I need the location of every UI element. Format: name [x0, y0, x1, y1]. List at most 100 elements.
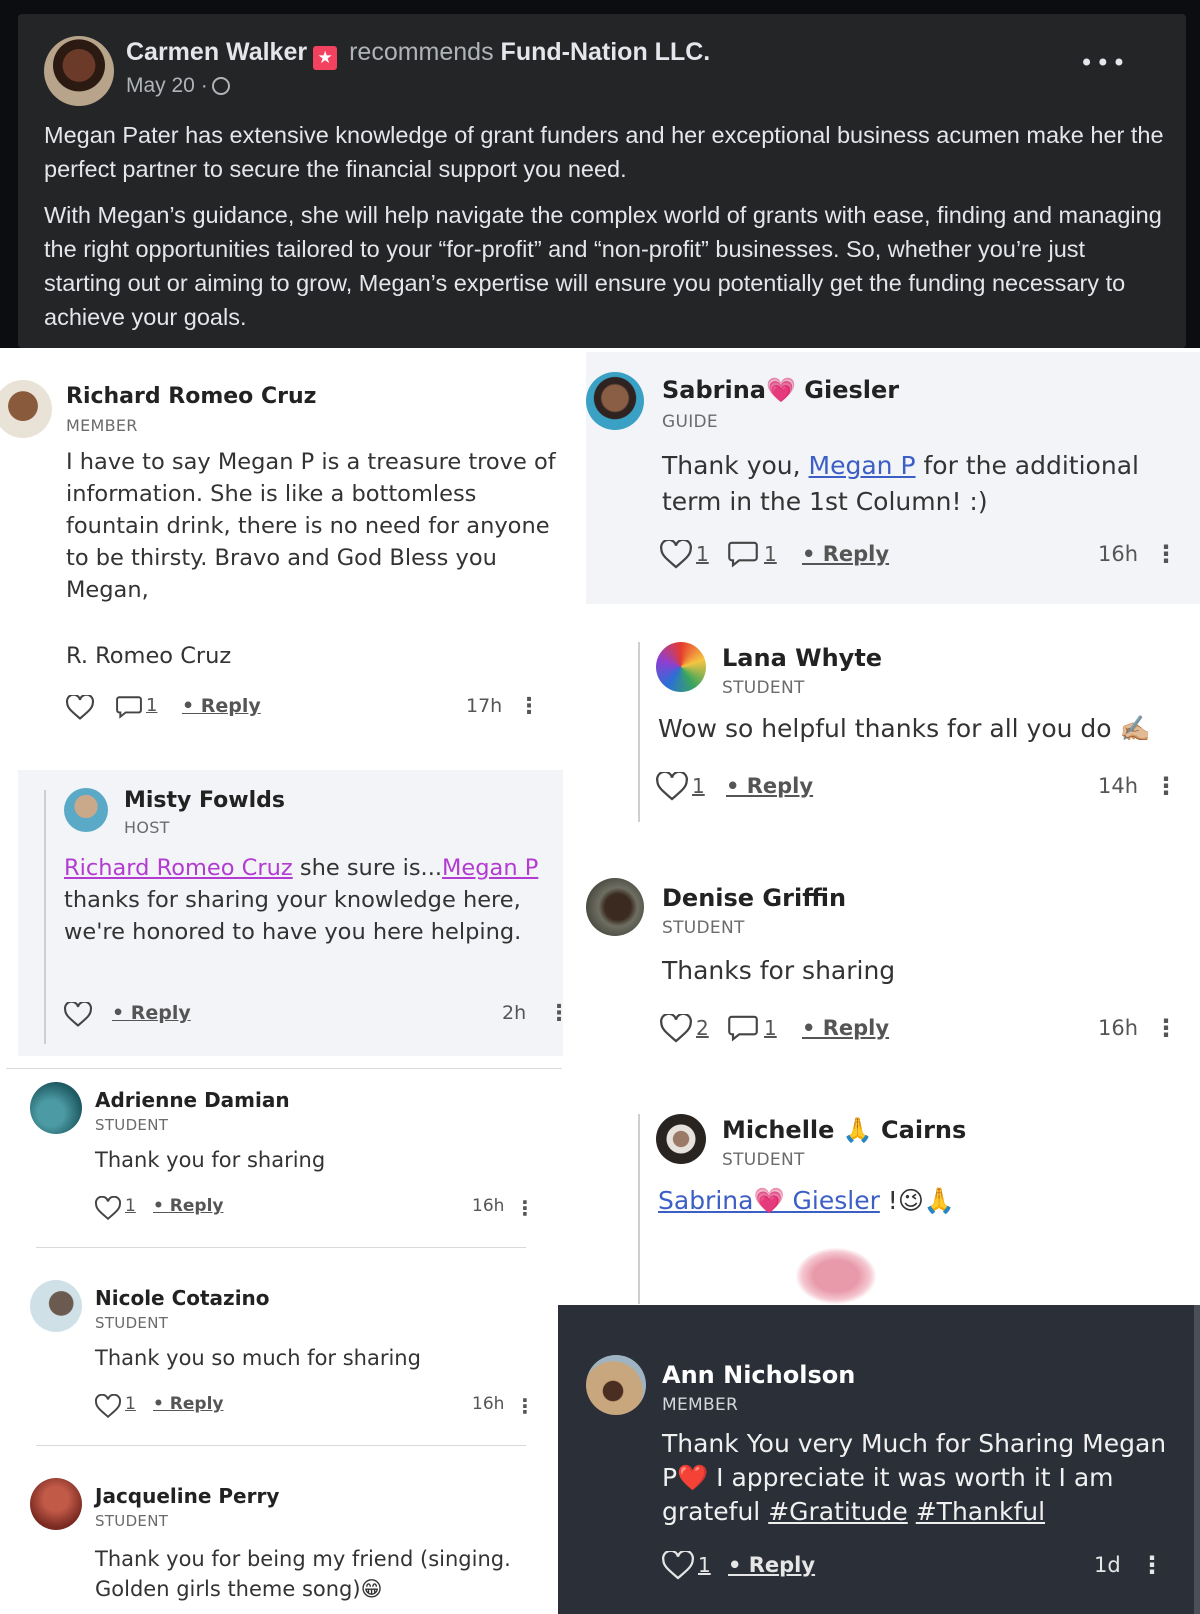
reply-button[interactable]: • Reply [802, 1016, 889, 1040]
heart-icon[interactable] [656, 772, 688, 802]
post-body: Megan Pater has extensive knowledge of g… [44, 118, 1164, 334]
avatar[interactable] [30, 1478, 82, 1530]
avatar[interactable] [586, 878, 644, 936]
hashtag-link[interactable]: #Thankful [916, 1497, 1045, 1526]
recommends-text: recommends [349, 38, 494, 66]
reply-count[interactable]: 1 [764, 542, 777, 566]
text-fragment: thanks for sharing your knowledge here, … [64, 887, 522, 945]
scrollbar[interactable] [1194, 1305, 1200, 1614]
commenter-name[interactable]: Nicole Cotazino [95, 1286, 270, 1310]
author-avatar[interactable] [44, 36, 114, 106]
comment-denise: Denise Griffin STUDENT Thanks for sharin… [586, 872, 1200, 1072]
comment-actions: 1 • Reply 14h ⋮ [656, 772, 1186, 802]
avatar[interactable] [656, 642, 706, 692]
heart-icon[interactable] [64, 1002, 92, 1028]
name-first: Michelle [722, 1116, 835, 1144]
page-name[interactable]: Fund-Nation LLC. [501, 38, 711, 66]
avatar[interactable] [656, 1114, 706, 1164]
avatar[interactable] [30, 1082, 82, 1134]
comment-bubble-icon[interactable] [728, 540, 758, 568]
kebab-menu-icon[interactable]: ⋮ [1140, 1553, 1164, 1577]
avatar[interactable] [586, 372, 644, 430]
commenter-role: MEMBER [662, 1395, 739, 1415]
reply-button[interactable]: • Reply [726, 774, 813, 798]
post-date: May 20 · [126, 74, 230, 98]
commenter-name[interactable]: Lana Whyte [722, 644, 882, 672]
timestamp: 14h [1098, 774, 1139, 798]
kebab-menu-icon[interactable]: ⋮ [1154, 1016, 1178, 1040]
more-options-icon[interactable]: ••• [1080, 51, 1128, 75]
kebab-menu-icon[interactable]: ⋮ [548, 1002, 570, 1026]
globe-icon [211, 77, 230, 95]
like-count[interactable]: 1 [125, 1394, 136, 1414]
reply-count[interactable]: 1 [146, 695, 157, 716]
hashtag-link[interactable]: #Gratitude [768, 1497, 908, 1526]
reply-button[interactable]: • Reply [112, 1002, 191, 1024]
heart-icon[interactable] [66, 695, 94, 721]
commenter-name[interactable]: Sabrina💗 Giesler [662, 376, 899, 404]
comment-actions: 1 1 • Reply 16h ⋮ [660, 540, 1190, 570]
commenter-name[interactable]: Adrienne Damian [95, 1088, 290, 1112]
avatar[interactable] [30, 1280, 82, 1332]
commenter-name[interactable]: Michelle 🙏 Cairns [722, 1116, 966, 1144]
reply-button[interactable]: • Reply [728, 1553, 815, 1577]
like-count[interactable]: 1 [696, 542, 709, 566]
avatar[interactable] [586, 1355, 646, 1415]
author-name[interactable]: Carmen Walker [126, 38, 307, 66]
timestamp: 16h [1098, 542, 1139, 566]
mention-link[interactable]: Richard Romeo Cruz [64, 855, 293, 881]
commenter-name[interactable]: Ann Nicholson [662, 1361, 855, 1389]
thread-line [638, 642, 640, 822]
reply-button[interactable]: • Reply [153, 1394, 223, 1414]
text-fragment: Thank You very Much for Sharing Megan P❤… [662, 1429, 1167, 1526]
heart-icon[interactable] [660, 540, 692, 570]
reply-button[interactable]: • Reply [153, 1196, 223, 1216]
heart-icon[interactable] [95, 1196, 121, 1222]
commenter-role: STUDENT [662, 918, 745, 938]
kebab-menu-icon[interactable]: ⋮ [1154, 774, 1178, 798]
like-count[interactable]: 1 [125, 1196, 136, 1216]
commenter-name[interactable]: Denise Griffin [662, 884, 846, 912]
mention-link[interactable]: Sabrina💗 Giesler [658, 1186, 880, 1215]
comment-bubble-icon[interactable] [728, 1014, 758, 1042]
commenter-role: MEMBER [66, 416, 138, 435]
commenter-role: STUDENT [722, 1150, 805, 1170]
comment-michelle: Michelle 🙏 Cairns STUDENT Sabrina💗 Giesl… [586, 1100, 1200, 1305]
reply-count[interactable]: 1 [764, 1016, 777, 1040]
heart-icon[interactable] [662, 1551, 694, 1581]
kebab-menu-icon[interactable]: ⋮ [1154, 542, 1178, 566]
comment-bubble-icon[interactable] [116, 695, 142, 719]
like-count[interactable]: 2 [696, 1016, 709, 1040]
like-count[interactable]: 1 [698, 1553, 711, 1577]
commenter-name[interactable]: Jacqueline Perry [95, 1484, 279, 1508]
heart-icon[interactable] [660, 1014, 692, 1044]
text-fragment: Thank you, [662, 451, 809, 480]
comment-text: Thank you for sharing [95, 1148, 326, 1172]
comment-text: Thank You very Much for Sharing Megan P❤… [662, 1427, 1182, 1529]
comment-actions: 1 • Reply 17h ⋮ [66, 693, 546, 723]
kebab-menu-icon[interactable]: ⋮ [518, 695, 540, 719]
text-fragment: she sure is... [292, 855, 442, 881]
divider [36, 1247, 526, 1248]
commenter-name[interactable]: Richard Romeo Cruz [66, 384, 316, 409]
commenter-role: STUDENT [95, 1314, 169, 1332]
like-count[interactable]: 1 [692, 774, 705, 798]
timestamp: 16h [472, 1394, 505, 1414]
commenter-name[interactable]: Misty Fowlds [124, 788, 285, 813]
mention-link[interactable]: Megan P [442, 855, 538, 881]
mention-link[interactable]: Megan P [809, 451, 916, 480]
comment-actions: 1 • Reply 16h ⋮ [95, 1392, 535, 1422]
avatar[interactable] [0, 380, 52, 438]
kebab-menu-icon[interactable]: ⋮ [515, 1196, 535, 1220]
heart-icon[interactable] [95, 1394, 121, 1420]
post-date-text[interactable]: May 20 · [126, 74, 208, 97]
post-paragraph: With Megan’s guidance, she will help nav… [44, 202, 1162, 330]
comment-text: Sabrina💗 Giesler !😉🙏 [658, 1186, 955, 1216]
name-first: Sabrina [662, 376, 767, 404]
post-header: Carmen Walker ★ recommends Fund-Nation LLC… [126, 38, 710, 70]
kebab-menu-icon[interactable]: ⋮ [515, 1394, 535, 1418]
heart-emoji-icon: 💗 [766, 376, 796, 404]
reply-button[interactable]: • Reply [182, 695, 261, 717]
reply-button[interactable]: • Reply [802, 542, 889, 566]
avatar[interactable] [64, 788, 108, 832]
